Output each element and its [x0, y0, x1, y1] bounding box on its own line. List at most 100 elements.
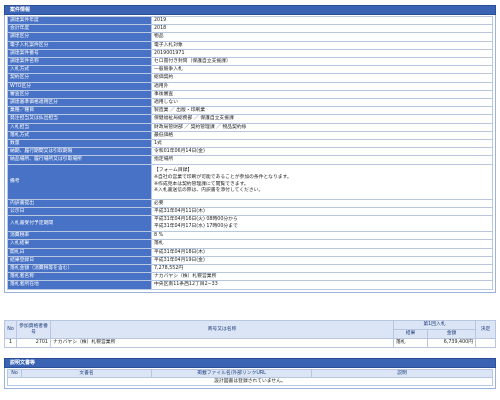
documents-empty-message: 設計図書は登録されていません。: [7, 377, 493, 386]
field-value: 2019: [151, 15, 493, 26]
field-value: 製造業 ／ 出版・印刷業: [151, 106, 493, 116]
field-label: 落札者所在地: [7, 280, 152, 290]
bid-col-result: 結果: [393, 329, 428, 339]
table-row: 落札方式 最低価格: [7, 130, 493, 141]
table-row: 入札方式 一般競争入札: [7, 65, 493, 75]
field-label: 消費税率: [7, 231, 152, 241]
documents-title: 説明文書等: [4, 358, 496, 368]
field-label: 落札金額（消費税等を含む）: [7, 264, 152, 274]
doc-col-link: 掲載ファイル名/外部リンクURL: [151, 369, 312, 378]
table-row: 入札書受付予定期間 平成31年04月16日(火) 08時00分から 平成31年04月…: [7, 215, 493, 233]
bid-col-reg-no: 参加資格者番号: [16, 320, 51, 339]
bid-results-panel: No 参加資格者番号 商号又は名称 第1回入札 決定 結果 金額 1 2701 …: [4, 320, 496, 348]
period-line: 平成31年04月16日(火) 08時00分から: [154, 217, 238, 223]
bid-col-no: No: [4, 320, 17, 339]
bid-col-amount: 金額: [427, 329, 476, 339]
bid-row-name: ナカバヤシ（株）札幌営業所: [50, 338, 394, 348]
field-value: 保健福祉局総務部 ／ 保護自立支援課: [151, 114, 493, 124]
bid-results-table: No 参加資格者番号 商号又は名称 第1回入札 決定 結果 金額 1 2701 …: [4, 320, 496, 348]
remarks-line: ※自社の営業で印刷が可能であることが参加の条件となります。: [154, 175, 292, 181]
doc-col-desc: 説明: [311, 369, 493, 378]
field-value: 平成31年04月18日(木): [151, 247, 493, 257]
field-value: 2019001971: [151, 48, 493, 59]
field-label: 調達案件番号: [7, 48, 152, 59]
table-row: 結果登録日 平成31年04月19日(金): [7, 255, 493, 266]
table-row: 調達基準価格適用区分 適用しない: [7, 98, 493, 108]
field-value: 平成31年04月16日(火) 08時00分から 平成31年04月17日(水) 17…: [151, 215, 493, 233]
table-row: 内訳書提出 必要: [7, 198, 493, 208]
field-label: 入札結果: [7, 239, 152, 249]
table-row: 入札結果 落札: [7, 239, 493, 249]
field-value: セロ雷付き封筒（保護自立支援課）: [151, 57, 493, 67]
case-info-body: 調達案件年度 2019 会計年度 2018 調達区分 物品 電子入札案件区分 電子入札対象 調達…: [4, 15, 496, 293]
bid-col-name: 商号又は名称: [50, 320, 394, 339]
bid-col-decision: 決定: [475, 320, 496, 339]
bid-row-decision: [475, 338, 496, 348]
field-value: 必要: [151, 198, 493, 208]
bid-col-round1: 第1回入札: [393, 320, 476, 330]
field-value: 中央区南11条西12丁目2−33: [151, 280, 493, 290]
field-label: 入札方式: [7, 65, 152, 75]
documents-body: No 文書名 掲載ファイル名/外部リンクURL 説明 設計図書は登録されていませ…: [4, 368, 496, 389]
field-value: 【フォーム目録】 ※自社の営業で印刷が可能であることが参加の条件となります。 ※作成…: [151, 163, 493, 200]
table-row: WTO区分 適用外: [7, 81, 493, 91]
doc-col-name: 文書名: [21, 369, 152, 378]
field-label: 公示日: [7, 206, 152, 217]
table-row: 開札日 平成31年04月18日(木): [7, 247, 493, 257]
table-row: 調達区分 物品: [7, 32, 493, 42]
period-line: 平成31年04月17日(水) 17時00分まで: [154, 223, 238, 229]
table-row: 公示日 平成31年04月11日(木): [7, 206, 493, 217]
remarks-line: ※入札書送信の際は、内訳書を添付してください。: [154, 188, 264, 194]
table-row: 業種／種目 製造業 ／ 出版・印刷業: [7, 106, 493, 116]
field-value: 指定場所: [151, 155, 493, 165]
table-row: 納期、履行期間又は引取期限 令和01年06月14日(金): [7, 147, 493, 157]
field-value: 事後審査: [151, 89, 493, 100]
field-value: 平成31年04月11日(木): [151, 206, 493, 217]
table-row: 落札金額（消費税等を含む） 7,278,552円: [7, 264, 493, 274]
field-label: 開札日: [7, 247, 152, 257]
field-label: 入札書受付予定期間: [7, 215, 152, 233]
field-label: 契約区分: [7, 73, 152, 83]
table-row: 設計図書は登録されていません。: [7, 377, 493, 386]
table-row: 電子入札案件区分 電子入札対象: [7, 40, 493, 50]
table-row: 納品場所、履行場所又は引取場所 指定場所: [7, 155, 493, 165]
field-label: 納期、履行期間又は引取期限: [7, 147, 152, 157]
field-label: 備考: [7, 163, 152, 200]
table-row: 調達案件年度 2019: [7, 15, 493, 26]
table-row: 審査区分 事後審査: [7, 89, 493, 100]
table-row: 備考 【フォーム目録】 ※自社の営業で印刷が可能であることが参加の条件となります。 ※…: [7, 163, 493, 200]
table-row: 数量 1式: [7, 139, 493, 149]
documents-panel: 説明文書等 No 文書名 掲載ファイル名/外部リンクURL 説明 設計図書は登録…: [4, 358, 496, 389]
doc-col-no: No: [7, 369, 22, 378]
field-label: 入札担当: [7, 122, 152, 132]
table-row: 落札者所在地 中央区南11条西12丁目2−33: [7, 280, 493, 290]
field-label: 内訳書提出: [7, 198, 152, 208]
table-row: 会計年度 2018: [7, 24, 493, 34]
table-row: 落札者名称 ナカバヤシ（株）札幌営業所: [7, 272, 493, 282]
case-info-panel: 案件情報 調達案件年度 2019 会計年度 2018 調達区分 物品 電子入札案件区分 電子入…: [4, 5, 496, 293]
field-label: 落札方式: [7, 130, 152, 141]
bid-row-amount: 6,739,400円: [427, 338, 476, 348]
bid-row-result: 落札: [393, 338, 428, 348]
bid-row-no: 1: [4, 338, 17, 348]
field-value: 落札: [151, 239, 493, 249]
field-value: 最低価格: [151, 130, 493, 141]
field-value: 電子入札対象: [151, 40, 493, 50]
field-label: 結果登録日: [7, 255, 152, 266]
field-label: 審査区分: [7, 89, 152, 100]
table-row: 消費税率 8 %: [7, 231, 493, 241]
table-row: 発注担当又は払出担当 保健福祉局総務部 ／ 保護自立支援課: [7, 114, 493, 124]
field-label: 発注担当又は払出担当: [7, 114, 152, 124]
case-info-title: 案件情報: [4, 5, 496, 15]
field-value: 2018: [151, 24, 493, 34]
field-value: 適用しない: [151, 98, 493, 108]
field-label: 調達区分: [7, 32, 152, 42]
case-info-table: 調達案件年度 2019 会計年度 2018 調達区分 物品 電子入札案件区分 電子入札対象 調達…: [7, 15, 493, 290]
field-value: 1式: [151, 139, 493, 149]
field-value: 財政局管財部 ／ 契約管理課 ／ 物品契約係: [151, 122, 493, 132]
field-value: ナカバヤシ（株）札幌営業所: [151, 272, 493, 282]
field-label: 納品場所、履行場所又は引取場所: [7, 155, 152, 165]
field-label: 会計年度: [7, 24, 152, 34]
field-label: 調達基準価格適用区分: [7, 98, 152, 108]
table-row: 調達案件番号 2019001971: [7, 48, 493, 59]
